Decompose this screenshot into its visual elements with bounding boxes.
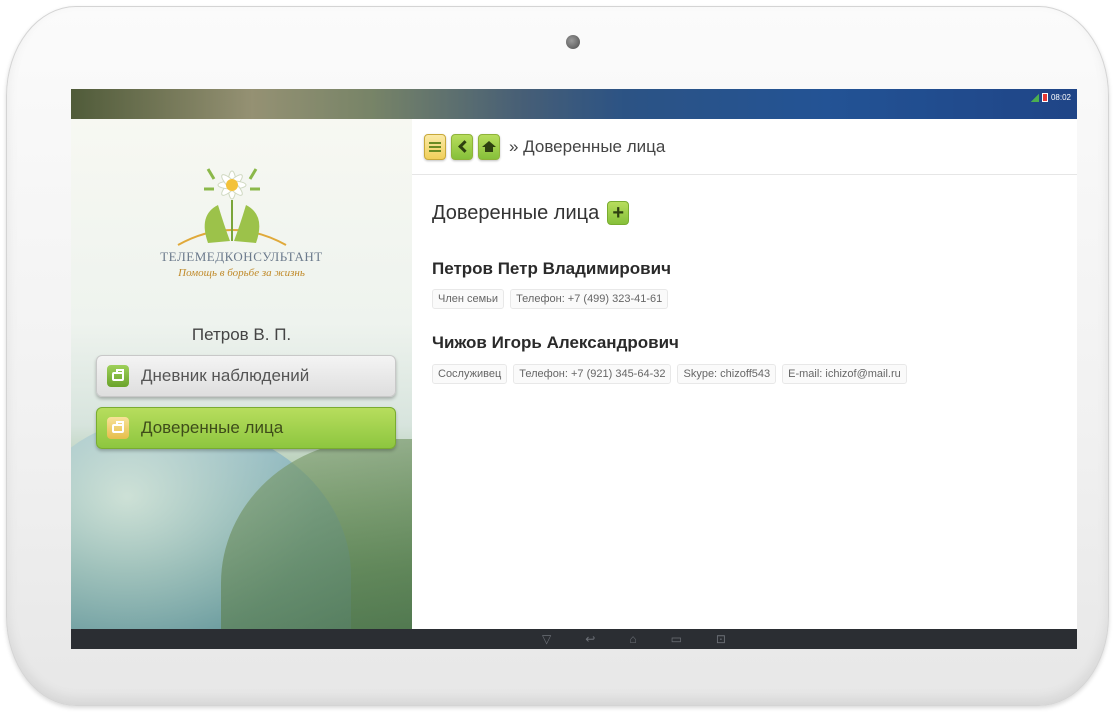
contact-skype[interactable]: Skype: chizoff543: [677, 364, 777, 384]
contact-relation: Член семьи: [432, 289, 505, 309]
signal-icon: [1030, 93, 1039, 102]
chevron-left-icon: [457, 140, 471, 153]
contact-tags: Член семьи Телефон: +7 (499) 323-41-61: [432, 289, 669, 309]
sidebar-item-label: Доверенные лица: [141, 418, 284, 437]
contact-name[interactable]: Чижов Игорь Александрович: [432, 333, 679, 353]
home-nav-icon[interactable]: ⌂: [629, 633, 636, 645]
contact-email[interactable]: E-mail: ichizof@mail.ru: [782, 364, 907, 384]
sidebar-item-label: Дневник наблюдений: [141, 366, 310, 385]
brand-slogan: Помощь в борьбе за жизнь: [178, 267, 305, 279]
status-icons: 08:02: [1030, 93, 1071, 102]
tablet-frame: 08:02 ТЕЛЕМЕДКОНСУЛЬТАНТ Помощь в борьбе…: [6, 6, 1109, 706]
chevron-down-icon[interactable]: ▽: [542, 633, 551, 645]
breadcrumb: » Доверенные лица: [509, 136, 666, 156]
sidebar-item-diary[interactable]: Дневник наблюдений: [96, 355, 396, 397]
hamburger-icon: [429, 141, 441, 152]
add-contact-button[interactable]: +: [607, 201, 630, 225]
sidebar-item-trusted-persons[interactable]: Доверенные лица: [96, 407, 396, 449]
screenshot-icon[interactable]: ⊡: [716, 633, 726, 645]
contact-phone[interactable]: Телефон: +7 (921) 345-64-32: [513, 364, 672, 384]
back-nav-icon[interactable]: ↩: [585, 633, 595, 645]
home-button[interactable]: [478, 133, 500, 160]
back-button[interactable]: [451, 133, 473, 160]
briefcase-icon: [107, 365, 129, 387]
camera-icon: [566, 35, 580, 49]
home-icon: [482, 140, 496, 152]
contact-name[interactable]: Петров Петр Владимирович: [432, 259, 671, 279]
briefcase-icon: [107, 417, 129, 439]
device-screen: 08:02 ТЕЛЕМЕДКОНСУЛЬТАНТ Помощь в борьбе…: [71, 89, 1077, 649]
status-time: 08:02: [1050, 93, 1071, 102]
user-name: Петров В. П.: [191, 325, 292, 344]
top-toolbar: » Доверенные лица: [412, 119, 1077, 175]
battery-icon: [1041, 93, 1048, 102]
page-title: Доверенные лица +: [432, 201, 630, 225]
menu-button[interactable]: [424, 133, 446, 160]
status-bar: 08:02: [71, 89, 1077, 119]
sidebar: ТЕЛЕМЕДКОНСУЛЬТАНТ Помощь в борьбе за жи…: [71, 119, 412, 629]
contact-tags: Сослуживец Телефон: +7 (921) 345-64-32 S…: [432, 364, 907, 384]
contact-phone[interactable]: Телефон: +7 (499) 323-41-61: [510, 289, 669, 309]
page-title-text: Доверенные лица: [432, 201, 600, 224]
logo-icon: [177, 168, 287, 246]
recent-apps-icon[interactable]: ▭: [671, 633, 682, 645]
android-nav-bar: ▽ ↩ ⌂ ▭ ⊡: [71, 629, 1077, 649]
brand-name: ТЕЛЕМЕДКОНСУЛЬТАНТ: [160, 249, 323, 264]
contact-relation: Сослуживец: [432, 364, 508, 384]
main-content: » Доверенные лица Доверенные лица + Петр…: [412, 119, 1077, 629]
